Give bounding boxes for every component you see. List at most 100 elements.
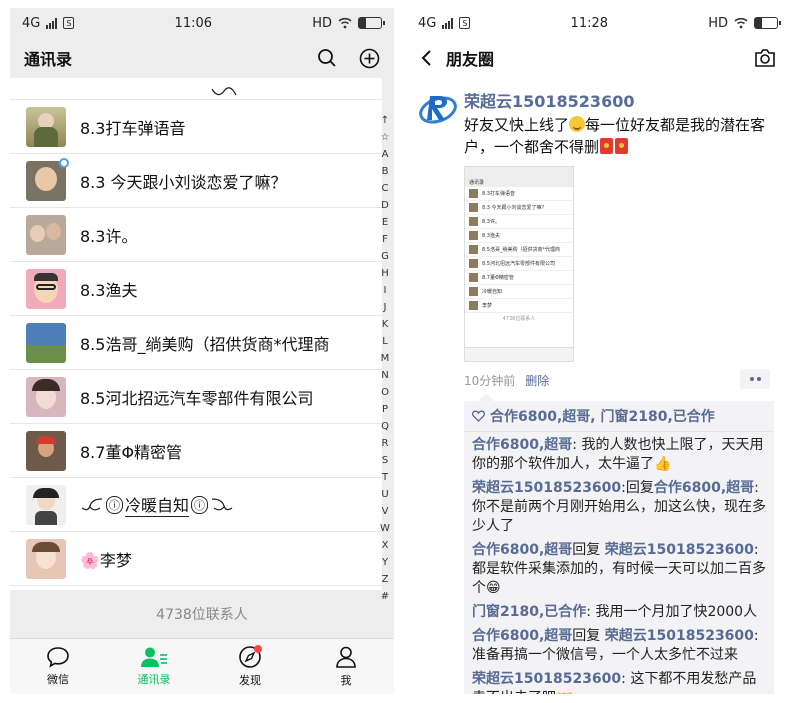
post-image[interactable]: 通讯录 8.3打车弹语音 8.3 今天跟小刘谈恋爱了嘛? 8.3许。 8.3渔夫 8.5…	[464, 166, 574, 362]
post-meta: 10分钟前 删除	[464, 369, 780, 389]
index-letter[interactable]: J	[384, 299, 387, 316]
list-item[interactable]: 8.3许。	[10, 208, 382, 262]
thumb-row: 8.3 今天跟小刘谈恋爱了嘛?	[465, 201, 573, 215]
index-letter[interactable]: F	[382, 231, 388, 248]
comment-box: 合作6800,超哥, 门窗2180,已合作 合作6800,超哥: 我的人数也快上…	[464, 393, 774, 694]
comment[interactable]: 合作6800,超哥: 我的人数也快上限了，天天用你的那个软件加人，太牛逼了👍	[472, 436, 766, 474]
index-letter[interactable]: D	[381, 197, 389, 214]
index-letter[interactable]: R	[382, 435, 389, 452]
decorative-swirl-icon	[211, 87, 237, 96]
comment[interactable]: 荣超云15018523600:回复合作6800,超哥: 你不是前两个月刚开始用么…	[472, 479, 766, 536]
index-letter[interactable]: ☆	[381, 129, 390, 146]
index-letter[interactable]: A	[382, 146, 389, 163]
contact-name: 🌸李梦	[80, 550, 132, 570]
list-item-partial[interactable]	[10, 78, 382, 100]
status-time: 11:06	[174, 15, 213, 31]
network-label: 4G	[418, 15, 437, 31]
thumb-row: 冷暖自知	[465, 285, 573, 299]
hd-label: HD	[708, 15, 728, 31]
brand-logo-icon	[419, 96, 457, 124]
more-actions-button[interactable]	[740, 369, 770, 389]
contacts-screen: 4G S 11:06 HD 通讯录 8.3打车弹语音 8.3 今天跟小刘谈恋爱了…	[10, 8, 394, 694]
index-letter[interactable]: T	[382, 469, 388, 486]
avatar	[26, 106, 66, 147]
post-text: 好友又快上线了 每一位好友都是我的潜在客户，一个都舍不得删	[464, 116, 766, 156]
add-icon[interactable]	[359, 48, 380, 69]
list-item[interactable]: 8.3打车弹语音	[10, 100, 382, 154]
avatar	[26, 538, 66, 579]
index-letter[interactable]: G	[381, 248, 389, 265]
red-envelope-icon	[615, 138, 629, 154]
avatar	[26, 322, 66, 363]
back-chevron-icon[interactable]	[420, 49, 432, 67]
post-author[interactable]: 荣超云15018523600	[464, 88, 780, 112]
index-letter[interactable]: N	[381, 367, 388, 384]
index-letter[interactable]: M	[381, 350, 390, 367]
comment[interactable]: 荣超云15018523600: 这下都不用发愁产品卖不出去了吧🤝	[472, 670, 766, 694]
contact-list: 8.3打车弹语音 8.3 今天跟小刘谈恋爱了嘛？ 8.3许。 8.3渔夫 8.5…	[10, 78, 382, 590]
index-letter[interactable]: K	[382, 316, 389, 333]
alphabet-index[interactable]: ↑ ☆ A B C D E F G H I J K L M N O P Q R S T U V W X Y Z #	[378, 112, 392, 605]
search-icon[interactable]	[317, 48, 337, 68]
thumb-row: 8.5河北招远汽车零部件有限公司	[465, 257, 573, 271]
index-letter[interactable]: Z	[382, 571, 389, 588]
thumb-tabbar	[465, 347, 573, 361]
index-letter[interactable]: L	[382, 333, 388, 350]
avatar	[26, 376, 66, 417]
battery-icon	[754, 17, 781, 29]
index-letter[interactable]: E	[382, 214, 388, 231]
grin-emoji-icon: 😁	[486, 580, 501, 596]
delete-link[interactable]: 删除	[525, 372, 549, 389]
list-item[interactable]: 8.5河北招远汽车零部件有限公司	[10, 370, 382, 424]
decorative-swirl-icon	[81, 497, 103, 510]
index-letter[interactable]: ↑	[381, 112, 389, 129]
thumb-row: 8.5浩哥_绱美购（招供货商*代理商	[465, 243, 573, 257]
bottom-tab-bar: 微信 通讯录 发现 我	[10, 638, 394, 694]
index-letter[interactable]: P	[382, 401, 388, 418]
likes-row: 合作6800,超哥, 门窗2180,已合作	[464, 401, 774, 432]
battery-icon	[358, 17, 385, 29]
index-letter[interactable]: V	[382, 503, 389, 520]
signal-icon	[442, 17, 454, 29]
list-item[interactable]: 8.7董Φ精密管	[10, 424, 382, 478]
avatar[interactable]	[418, 88, 458, 128]
index-letter[interactable]: W	[380, 520, 390, 537]
avatar	[26, 214, 66, 255]
contact-name: 8.3渔夫	[80, 280, 138, 300]
comment[interactable]: 合作6800,超哥回复 荣超云15018523600: 准备再搞一个微信号，一个…	[472, 627, 766, 665]
index-letter[interactable]: U	[381, 486, 388, 503]
index-letter[interactable]: S	[382, 452, 388, 469]
likes-names[interactable]: 合作6800,超哥, 门窗2180,已合作	[490, 406, 715, 426]
index-letter[interactable]: B	[382, 163, 389, 180]
list-item[interactable]: 8.5浩哥_绱美购（招供货商*代理商	[10, 316, 382, 370]
contact-name: 8.3 今天跟小刘谈恋爱了嘛？	[80, 172, 287, 192]
tab-contacts[interactable]: 通讯录	[106, 639, 202, 694]
status-bar: 4G S 11:06 HD	[10, 8, 394, 38]
index-letter[interactable]: C	[382, 180, 389, 197]
heart-icon	[472, 410, 485, 422]
tab-me[interactable]: 我	[298, 639, 394, 694]
index-letter[interactable]: Q	[381, 418, 389, 435]
thumb-row: 8.7董Φ精密管	[465, 271, 573, 285]
tab-chats[interactable]: 微信	[10, 639, 106, 694]
index-letter[interactable]: Y	[382, 554, 388, 571]
tab-discover[interactable]: 发现	[202, 639, 298, 694]
page-title: 通讯录	[24, 50, 73, 69]
list-item[interactable]: ⓘ 冷暖自知 ⓘ	[10, 478, 382, 532]
list-item[interactable]: 8.3 今天跟小刘谈恋爱了嘛？	[10, 154, 382, 208]
list-item[interactable]: 🌸李梦	[10, 532, 382, 586]
contact-name: 8.7董Φ精密管	[80, 442, 183, 462]
contact-name: 8.5浩哥_绱美购（招供货商*代理商	[80, 334, 330, 354]
network-label: 4G	[22, 15, 41, 31]
index-letter[interactable]: X	[382, 537, 389, 554]
camera-icon[interactable]	[754, 48, 776, 68]
index-letter[interactable]: I	[384, 282, 387, 299]
thumb-row: 8.3渔夫	[465, 229, 573, 243]
index-letter[interactable]: H	[381, 265, 389, 282]
thumb-count: 4738位联系人	[502, 316, 536, 322]
status-bar: 4G S 11:28 HD	[406, 8, 790, 38]
comment[interactable]: 合作6800,超哥回复 荣超云15018523600: 都是软件采集添加的，有时…	[472, 541, 766, 598]
list-item[interactable]: 8.3渔夫	[10, 262, 382, 316]
comment[interactable]: 门窗2180,已合作: 我用一个月加了快2000人	[472, 603, 766, 622]
index-letter[interactable]: O	[381, 384, 389, 401]
